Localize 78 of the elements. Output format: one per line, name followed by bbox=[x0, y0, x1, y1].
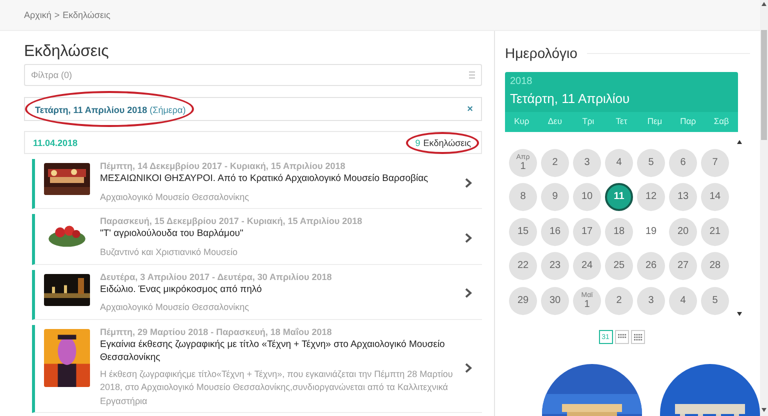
calendar-day[interactable]: 22 bbox=[509, 252, 537, 280]
calendar-day[interactable]: 6 bbox=[669, 149, 697, 177]
weekday-label: Δευ bbox=[546, 116, 563, 126]
calendar-day[interactable]: 9 bbox=[541, 183, 569, 212]
weekday-label: Πεμ bbox=[646, 116, 664, 126]
calendar-day[interactable]: 13 bbox=[669, 183, 697, 212]
calendar-day[interactable]: 24 bbox=[573, 252, 601, 280]
scroll-down-icon[interactable] bbox=[737, 312, 742, 316]
weekday-label: Κυρ bbox=[513, 116, 530, 126]
calendar-day[interactable]: 5 bbox=[701, 286, 729, 315]
calendar-day[interactable]: 16 bbox=[541, 218, 569, 246]
calendar-day[interactable]: 28 bbox=[701, 252, 729, 280]
calendar-day[interactable]: 27 bbox=[669, 252, 697, 280]
group-date: 11.04.2018 bbox=[33, 138, 78, 148]
calendar-day[interactable]: 2 bbox=[541, 149, 569, 177]
weekday-label: Σαβ bbox=[712, 116, 730, 126]
event-venue: Αρχαιολογικό Μουσείο Θεσσαλονίκης bbox=[100, 301, 250, 314]
calendar-day[interactable]: 3 bbox=[573, 149, 601, 177]
event-count: 9 bbox=[415, 138, 420, 148]
calendar-day[interactable]: 8 bbox=[509, 183, 537, 212]
event-dates: Δευτέρα, 3 Απριλίου 2017 - Δευτέρα, 30 Απριλίου 2018 bbox=[100, 272, 333, 282]
filter-field[interactable]: Φίλτρα (0) bbox=[24, 64, 482, 86]
breadcrumb-link[interactable]: Εκδηλώσεις bbox=[62, 10, 110, 20]
week-view-button[interactable] bbox=[614, 330, 628, 344]
event-venue: Αρχαιολογικό Μουσείο Θεσσαλονίκης bbox=[100, 190, 250, 204]
calendar-day[interactable]: 26 bbox=[637, 252, 665, 280]
event-title: Ειδώλιο. Ένας μικρόκοσμος από πηλό bbox=[100, 284, 263, 296]
calendar-grid-icon bbox=[632, 332, 642, 342]
event-dates: Παρασκευή, 15 Δεκεμβρίου 2017 - Κυριακή, 15 Απριλίου 2018 bbox=[100, 216, 364, 226]
calendar-title: Ημερολόγιο bbox=[505, 45, 578, 61]
calendar-day[interactable]: 23 bbox=[541, 252, 569, 280]
calendar-day[interactable]: 17 bbox=[573, 218, 601, 246]
calendar-day[interactable]: 4 bbox=[669, 286, 697, 315]
event-count-label: Εκδηλώσεις bbox=[423, 138, 471, 148]
event-item[interactable] bbox=[32, 324, 482, 414]
weekday-label: Τρι bbox=[581, 116, 596, 126]
calendar-day[interactable]: 14 bbox=[701, 183, 729, 212]
scroll-up-icon[interactable] bbox=[737, 140, 742, 144]
chevron-right-icon[interactable] bbox=[465, 232, 472, 243]
event-item[interactable]: Δευτέρα, 3 Απριλίου 2017 - Δευτέρα, 30 Απριλίου 2018 Ειδώλιο. Ένας μικρόκοσμος από πηλό Αρχαιολογικό Μουσείο Θεσσαλονίκης bbox=[32, 270, 482, 320]
calendar-day[interactable]: 19 bbox=[637, 218, 665, 246]
breadcrumb-link[interactable]: Αρχική bbox=[24, 10, 52, 20]
calendar-day[interactable]: 11 bbox=[605, 183, 633, 212]
event-title: Εγκαίνια έκθεσης ζωγραφικής με τίτλο «Τέχνη + Τέχνη» στο Αρχαιολογικό Μουσείο Θεσσαλονίκης bbox=[100, 338, 446, 365]
calendar-day[interactable]: 15 bbox=[509, 218, 537, 246]
calendar-day[interactable]: 30 bbox=[541, 286, 569, 315]
month-view-button[interactable] bbox=[630, 330, 644, 344]
weekday-label: Τετ bbox=[614, 116, 628, 126]
chevron-right-icon[interactable] bbox=[465, 362, 472, 372]
event-dates: Πέμπτη, 29 Μαρτίου 2018 - Παρασκευή, 18 Μαΐου 2018 bbox=[100, 326, 333, 337]
calendar-day[interactable]: 10 bbox=[573, 183, 601, 212]
close-button[interactable]: × bbox=[467, 104, 473, 114]
calendar-day[interactable]: 5 bbox=[637, 149, 665, 177]
event-dates: Πέμπτη, 14 Δεκεμβρίου 2017 - Κυριακή, 15 Απριλίου 2018 bbox=[100, 161, 346, 171]
calendar-day[interactable]: 18 bbox=[605, 218, 633, 246]
event-description: Η έκθεση ζωγραφικήςμε τίτλο«Τέχνη + Τέχνη», που εγκαινιάζεται την Πέμπτη 28 Μαρτίου 2018, στο Αρχαιολογικό Μουσείο Θεσσαλονίκης,συνδιοργανώνεται από τα Καλλιτεχνικά Εργαστήρια bbox=[100, 368, 454, 408]
calendar-date: Τετάρτη, 11 Απριλίου bbox=[509, 90, 631, 108]
calendar-day[interactable]: 29 bbox=[509, 286, 537, 315]
chevron-right-icon[interactable] bbox=[465, 178, 472, 188]
event-venue: Βυζαντινό και Χριστιανικό Μουσείο bbox=[100, 246, 238, 260]
calendar-day[interactable]: 12 bbox=[637, 183, 665, 212]
event-item[interactable]: Πέμπτη, 14 Δεκεμβρίου 2017 - Κυριακή, 15 Απριλίου 2018 ΜΕΣΑΙΩΝΙΚΟΙ ΘΗΣΑΥΡΟΙ. Από το Κρατικό Αρχαιολογικό Μουσείο Βαρσοβίας Αρχαιολογικό Μουσείο Θεσσαλονίκης bbox=[32, 159, 482, 210]
event-item[interactable]: Παρασκευή, 15 Δεκεμβρίου 2017 - Κυριακή, 15 Απριλίου 2018 "Τ' αγριολούλουδα του Βαρλάμου" Βυζαντινό και Χριστιανικό Μουσείο bbox=[32, 214, 482, 265]
selected-date: Τετάρτη, 11 Απριλίου 2018 (Σήμερα) bbox=[35, 105, 186, 115]
breadcrumb-separator: > bbox=[54, 10, 60, 20]
calendar-day[interactable]: 3 bbox=[637, 286, 665, 315]
event-title: "Τ' αγριολούλουδα του Βαρλάμου" bbox=[100, 228, 244, 242]
calendar-day[interactable]: 25 bbox=[605, 252, 633, 280]
chevron-right-icon[interactable] bbox=[465, 288, 472, 298]
list-icon bbox=[469, 71, 475, 79]
calendar-day[interactable]: 2 bbox=[605, 286, 633, 315]
event-title: ΜΕΣΑΙΩΝΙΚΟΙ ΘΗΣΑΥΡΟΙ. Από το Κρατικό Αρχαιολογικό Μουσείο Βαρσοβίας bbox=[100, 173, 430, 186]
page-title: Εκδηλώσεις bbox=[24, 43, 110, 61]
weekday-label: Παρ bbox=[679, 116, 697, 126]
calendar-day[interactable]: 20 bbox=[669, 218, 697, 246]
calendar-day[interactable]: 7 bbox=[701, 149, 729, 177]
calendar-day[interactable]: 21 bbox=[701, 218, 729, 246]
calendar-day[interactable]: 4 bbox=[605, 149, 633, 177]
